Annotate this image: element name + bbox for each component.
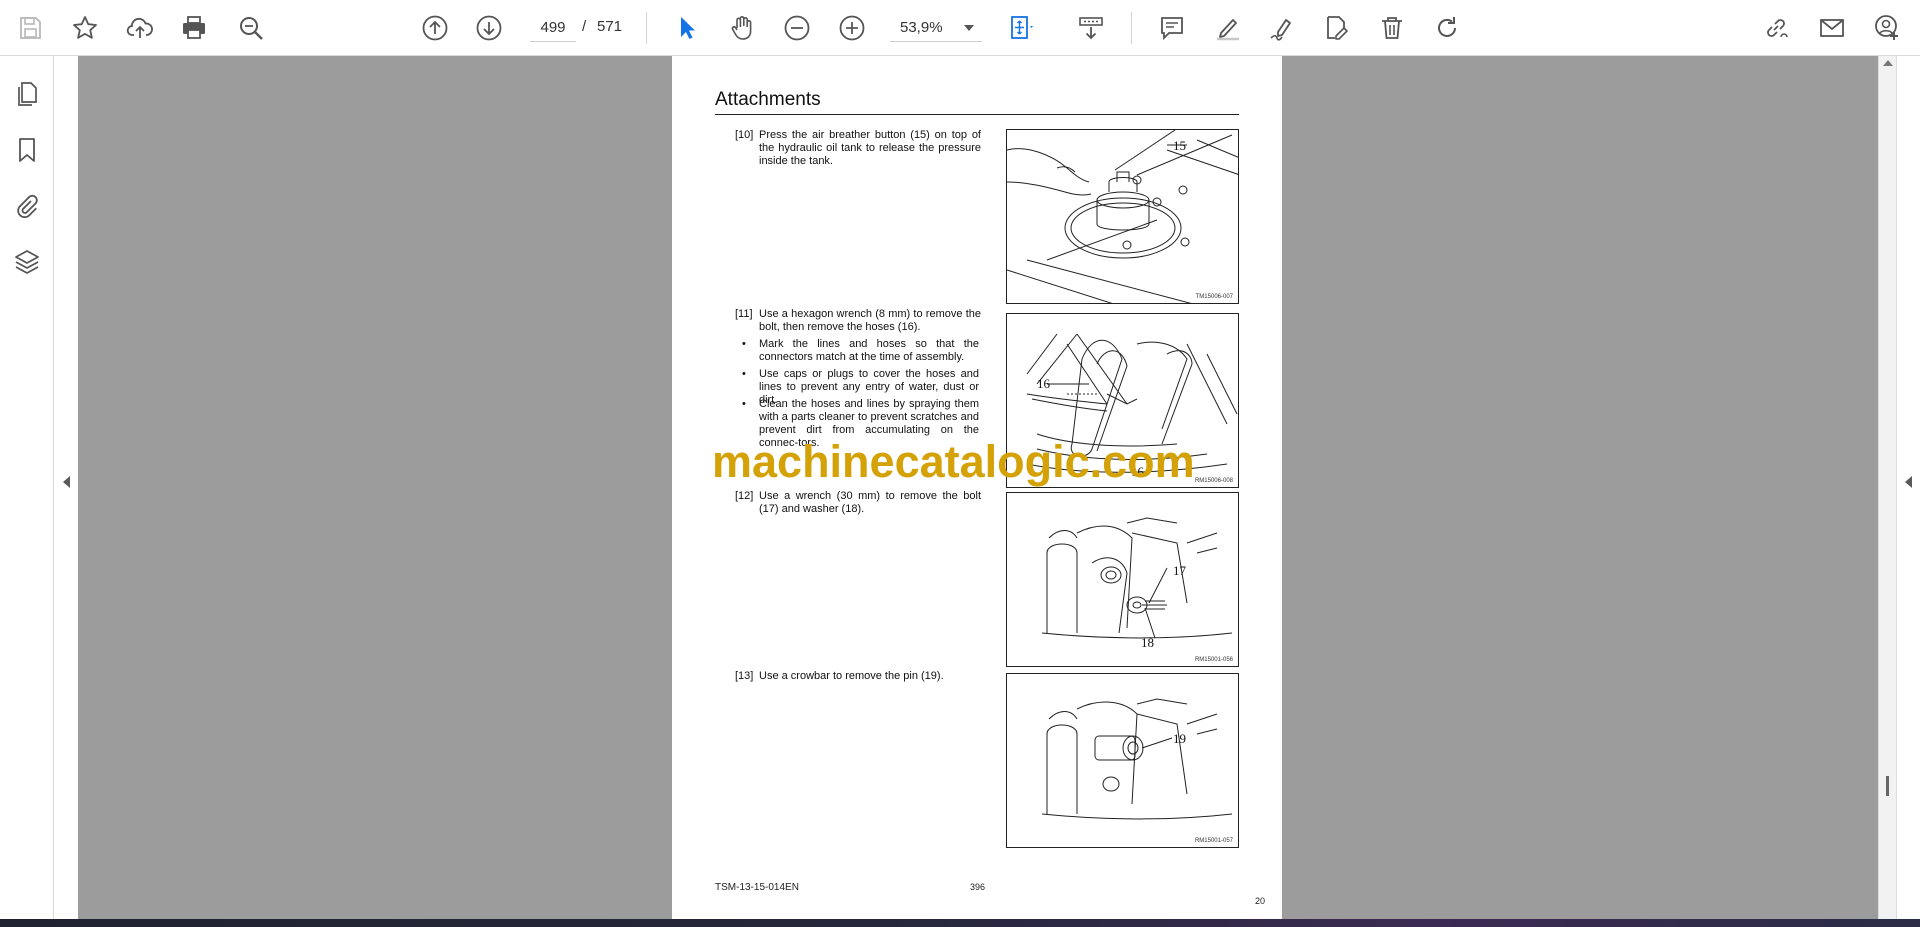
email-icon[interactable] — [1814, 10, 1850, 46]
step-11: [11] Use a hexagon wrench (8 mm) to remo… — [715, 308, 981, 334]
scroll-thumb[interactable] — [1886, 776, 1889, 796]
delete-icon[interactable] — [1374, 10, 1410, 46]
vertical-scrollbar[interactable] — [1878, 56, 1896, 919]
zoom-search-icon[interactable] — [233, 10, 269, 46]
bullet-symbol: • — [742, 368, 746, 380]
title-divider — [715, 114, 1239, 115]
figure-air-breather: 15 TM15006-007 — [1006, 129, 1239, 304]
page-title: Attachments — [715, 89, 821, 110]
air-breather-illustration — [1007, 130, 1238, 303]
step-text: Use a hexagon wrench (8 mm) to remove th… — [759, 308, 981, 333]
attachment-icon[interactable] — [11, 190, 43, 222]
bolt-washer-illustration — [1041, 517, 1233, 639]
redo-icon[interactable] — [1429, 10, 1465, 46]
page-up-icon[interactable] — [417, 10, 453, 46]
step-text: Press the air breather button (15) on to… — [759, 129, 981, 167]
page-number-right: 20 — [1255, 896, 1266, 906]
toolbar-divider — [646, 12, 647, 44]
page-down-icon[interactable] — [471, 10, 507, 46]
cloud-upload-icon[interactable] — [122, 10, 158, 46]
document-code: TSM-13-15-014EN — [715, 882, 799, 893]
step-number: [11] — [735, 308, 753, 320]
step-text: Use a wrench (30 mm) to remove the bolt … — [759, 490, 981, 515]
select-cursor-icon[interactable] — [668, 10, 704, 46]
bookmark-star-icon[interactable] — [67, 10, 103, 46]
zoom-dropdown[interactable]: 53,9% — [890, 14, 982, 42]
step-text: Use a crowbar to remove the pin (19). — [759, 670, 944, 682]
main-toolbar: / 571 53,9% — [0, 0, 1920, 56]
bookmark-icon[interactable] — [11, 134, 43, 166]
callout-label: 19 — [1173, 731, 1186, 746]
sign-pen-icon[interactable] — [1264, 10, 1300, 46]
right-pane — [1896, 56, 1920, 919]
chevron-down-icon — [964, 24, 974, 31]
scroll-mode-icon[interactable] — [1073, 10, 1109, 46]
bullet-text: Mark the lines and hoses so that the con… — [759, 338, 979, 363]
figure-bolt-washer: 17 18 RM15001-056 — [1006, 492, 1239, 667]
callout-label: 17 — [1173, 563, 1186, 578]
page-separator: / — [582, 18, 587, 35]
page-total: 571 — [597, 18, 623, 35]
hand-tool-icon[interactable] — [724, 10, 760, 46]
add-user-icon[interactable] — [1870, 10, 1906, 46]
bullet-item: • Mark the lines and hoses so that the c… — [742, 338, 979, 364]
callout-label: 16 — [1037, 376, 1050, 391]
step-number: [10] — [735, 129, 754, 141]
left-navigation-panel — [0, 56, 54, 919]
bullet-symbol: • — [742, 338, 746, 350]
toolbar-divider — [1131, 12, 1132, 44]
step-10: [10] Press the air breather button (15) … — [715, 129, 981, 169]
highlight-pen-icon[interactable] — [1210, 10, 1246, 46]
page-number-center: 396 — [970, 882, 986, 892]
pin-illustration — [1041, 698, 1233, 820]
figure-code: RM15006-008 — [1194, 478, 1233, 484]
bullet-item: • Use caps or plugs to cover the hoses a… — [742, 368, 979, 406]
pages-thumbnail-icon[interactable] — [11, 78, 43, 110]
figure-code: RM15001-057 — [1194, 838, 1233, 844]
scroll-up-icon[interactable] — [1883, 60, 1893, 66]
print-icon[interactable] — [176, 10, 212, 46]
step-number: [12] — [735, 490, 754, 502]
save-icon[interactable] — [12, 10, 48, 46]
layers-icon[interactable] — [11, 246, 43, 278]
share-link-icon[interactable] — [1758, 10, 1794, 46]
expand-right-panel-icon[interactable] — [1905, 476, 1912, 488]
figure-code: RM15001-056 — [1194, 657, 1233, 663]
zoom-in-icon[interactable] — [834, 10, 870, 46]
step-12: [12] Use a wrench (30 mm) to remove the … — [715, 490, 981, 516]
step-number: [13] — [735, 670, 754, 682]
figure-code: TM15006-007 — [1195, 294, 1233, 300]
callout-label: 18 — [1141, 635, 1154, 650]
bullet-symbol: • — [742, 398, 746, 410]
page-number-input[interactable] — [530, 14, 576, 42]
watermark: machinecatalogic.com — [712, 436, 1195, 487]
zoom-value: 53,9% — [900, 19, 943, 36]
figure-pin: 19 RM15001-057 — [1006, 673, 1239, 848]
comment-icon[interactable] — [1154, 10, 1190, 46]
collapse-left-panel-icon[interactable] — [63, 476, 70, 488]
callout-label: 15 — [1173, 138, 1186, 153]
edit-pdf-icon[interactable] — [1318, 10, 1354, 46]
fit-page-icon[interactable] — [1004, 10, 1040, 46]
taskbar-strip — [0, 919, 1920, 927]
zoom-out-icon[interactable] — [779, 10, 815, 46]
step-13: [13] Use a crowbar to remove the pin (19… — [715, 670, 963, 684]
